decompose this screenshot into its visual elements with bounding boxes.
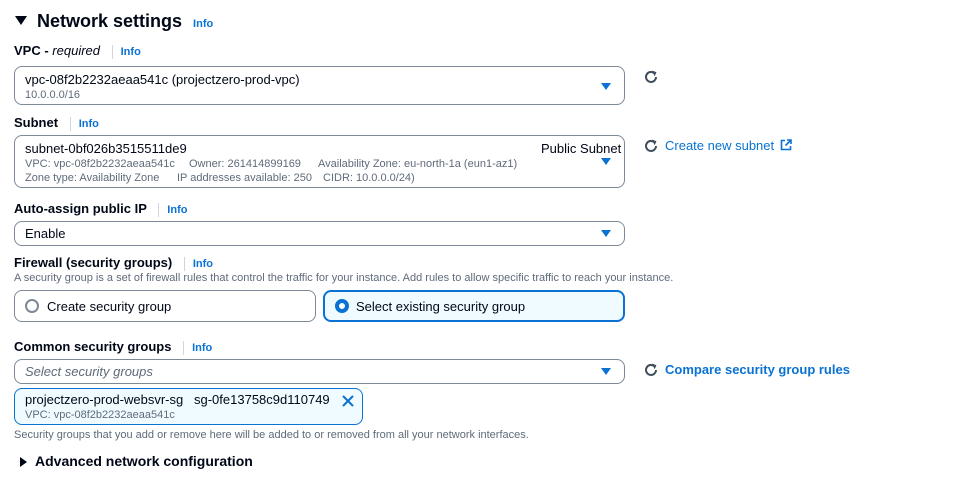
create-subnet-link[interactable]: Create new subnet [665, 138, 792, 153]
subnet-value: subnet-0bf026b3515511de9 [25, 141, 187, 156]
token-vpc: VPC: vpc-08f2b2232aeaa541c [25, 409, 175, 421]
divider [183, 340, 185, 355]
subnet-select[interactable]: subnet-0bf026b3515511de9 Public Subnet V… [14, 135, 625, 188]
close-icon[interactable] [341, 394, 355, 408]
divider [158, 202, 160, 217]
subnet-detail-az: Availability Zone: eu-north-1a (eun1-az1… [318, 158, 518, 170]
vpc-label: VPC - required Info [14, 43, 141, 59]
caret-right-icon[interactable] [20, 457, 27, 467]
common-sg-info-link[interactable]: Info [192, 342, 212, 354]
refresh-icon[interactable] [643, 362, 659, 378]
security-groups-placeholder: Select security groups [25, 364, 153, 379]
vpc-value: vpc-08f2b2232aeaa541c (projectzero-prod-… [25, 72, 300, 87]
compare-sg-rules-link[interactable]: Compare security group rules [665, 362, 850, 377]
subnet-label: Subnet Info [14, 115, 99, 131]
auto-assign-select[interactable]: Enable [14, 221, 625, 246]
radio-create-label: Create security group [47, 299, 172, 314]
auto-assign-label: Auto-assign public IP Info [14, 201, 187, 217]
subnet-detail-owner: Owner: 261414899169 [189, 158, 301, 170]
advanced-network-toggle[interactable]: Advanced network configuration [35, 453, 253, 469]
subnet-label-text: Subnet [14, 115, 59, 130]
refresh-icon[interactable] [643, 138, 659, 154]
vpc-label-text: VPC - [14, 43, 53, 58]
divider [183, 256, 185, 271]
auto-assign-info-link[interactable]: Info [167, 204, 187, 216]
auto-assign-value: Enable [25, 226, 66, 241]
caret-down-icon [601, 83, 611, 90]
section-title: Network settings Info [37, 11, 213, 32]
common-sg-label: Common security groups Info [14, 339, 212, 355]
section-info-link[interactable]: Info [193, 18, 213, 30]
section-title-text: Network settings [37, 11, 183, 31]
caret-down-icon [601, 368, 611, 375]
subnet-tag: Public Subnet [541, 141, 622, 156]
divider [69, 116, 71, 131]
firewall-label-text: Firewall (security groups) [14, 255, 173, 270]
subnet-detail-vpc: VPC: vpc-08f2b2232aeaa541c [25, 158, 175, 170]
radio-button[interactable] [25, 299, 39, 313]
token-name: projectzero-prod-websvr-sg [25, 392, 184, 407]
security-group-token: projectzero-prod-websvr-sg sg-0fe13758c9… [14, 388, 363, 425]
create-subnet-link-text: Create new subnet [665, 138, 775, 153]
vpc-required: required [52, 43, 100, 58]
caret-down-icon[interactable] [15, 16, 27, 25]
security-groups-hint: Security groups that you add or remove h… [14, 429, 529, 441]
vpc-info-link[interactable]: Info [121, 46, 141, 58]
firewall-description: A security group is a set of firewall ru… [14, 272, 674, 284]
caret-down-icon [601, 230, 611, 237]
firewall-label: Firewall (security groups) Info [14, 255, 213, 271]
divider [111, 44, 113, 59]
token-id: sg-0fe13758c9d110749 [194, 392, 330, 407]
radio-existing-label: Select existing security group [356, 299, 526, 314]
subnet-detail-ips: IP addresses available: 250 [177, 172, 312, 184]
subnet-detail-zone-type: Zone type: Availability Zone [25, 172, 160, 184]
radio-create-security-group[interactable]: Create security group [14, 290, 316, 322]
security-groups-select[interactable]: Select security groups [14, 359, 625, 384]
common-sg-label-text: Common security groups [14, 339, 172, 354]
subnet-info-link[interactable]: Info [79, 118, 99, 130]
refresh-icon[interactable] [643, 69, 659, 85]
auto-assign-label-text: Auto-assign public IP [14, 201, 147, 216]
external-link-icon [780, 139, 792, 151]
radio-select-existing-security-group[interactable]: Select existing security group [323, 290, 625, 322]
radio-button-selected[interactable] [335, 299, 349, 313]
caret-down-icon [601, 158, 611, 165]
vpc-cidr: 10.0.0.0/16 [25, 89, 81, 101]
firewall-info-link[interactable]: Info [193, 258, 213, 270]
vpc-select[interactable]: vpc-08f2b2232aeaa541c (projectzero-prod-… [14, 66, 625, 105]
subnet-detail-cidr: CIDR: 10.0.0.0/24) [323, 172, 415, 184]
